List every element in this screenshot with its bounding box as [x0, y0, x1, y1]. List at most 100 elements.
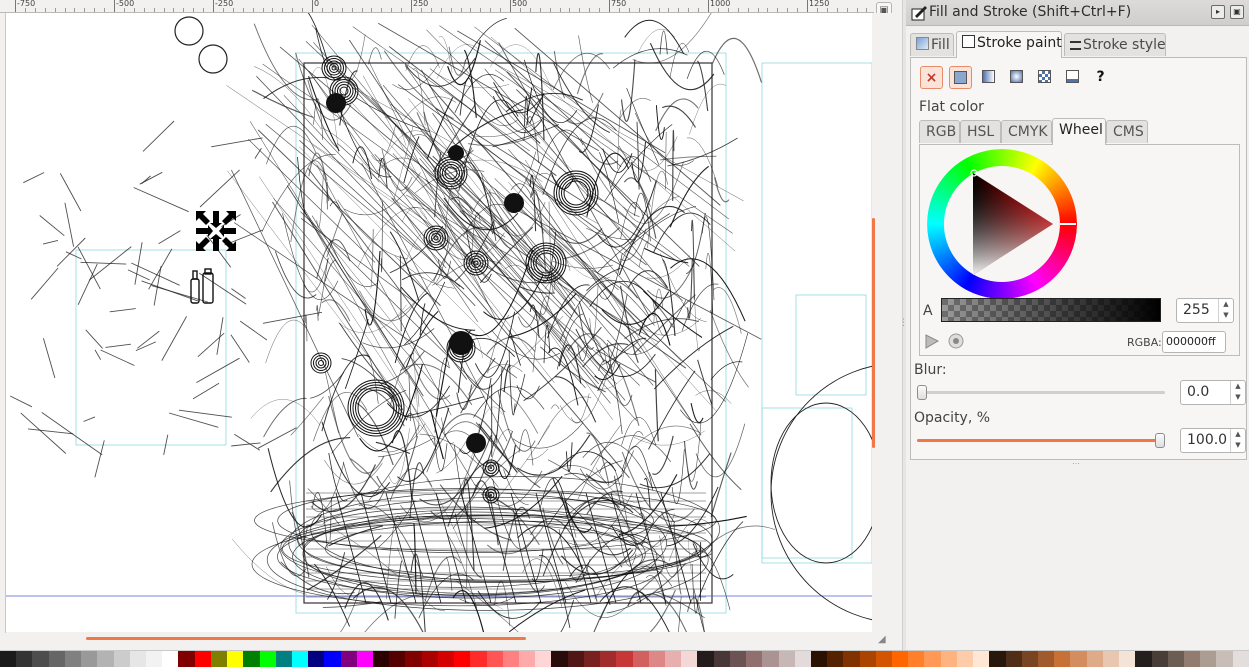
palette-swatch[interactable]	[324, 651, 340, 667]
palette-swatch[interactable]	[908, 651, 924, 667]
spin-arrows-icon[interactable]: ▲▼	[1218, 299, 1233, 322]
selection-handles-icon[interactable]	[196, 211, 236, 251]
swatch-button[interactable]	[1061, 66, 1084, 89]
rgba-input[interactable]: 000000ff	[1162, 331, 1226, 353]
palette-swatch[interactable]	[973, 651, 989, 667]
palette-swatch[interactable]	[616, 651, 632, 667]
palette-swatch[interactable]	[989, 651, 1005, 667]
palette-swatch[interactable]	[32, 651, 48, 667]
palette-swatch[interactable]	[1184, 651, 1200, 667]
palette-swatch[interactable]	[0, 651, 16, 667]
palette-swatch[interactable]	[519, 651, 535, 667]
drawing-canvas[interactable]	[6, 13, 872, 632]
palette-swatch[interactable]	[243, 651, 259, 667]
palette-swatch[interactable]	[714, 651, 730, 667]
palette-swatch[interactable]	[373, 651, 389, 667]
palette-swatch[interactable]	[357, 651, 373, 667]
tab-fill[interactable]: Fill	[910, 33, 954, 56]
palette-swatch[interactable]	[81, 651, 97, 667]
no-paint-button[interactable]: ×	[920, 66, 943, 89]
resize-corner-icon[interactable]: ◢	[878, 634, 886, 645]
palette-swatch[interactable]	[276, 651, 292, 667]
dialog-titlebar[interactable]: Fill and Stroke (Shift+Ctrl+F) ▸ ▣	[906, 0, 1249, 26]
color-picker-icon[interactable]	[923, 332, 941, 350]
palette-swatch[interactable]	[195, 651, 211, 667]
palette-swatch[interactable]	[341, 651, 357, 667]
spin-arrows-icon[interactable]: ▲▼	[1230, 381, 1245, 404]
palette-swatch[interactable]	[65, 651, 81, 667]
vertical-scroll-thumb[interactable]	[872, 218, 875, 448]
palette-swatch[interactable]	[211, 651, 227, 667]
palette-swatch[interactable]	[49, 651, 65, 667]
palette-swatch[interactable]	[178, 651, 194, 667]
tab-wheel[interactable]: Wheel	[1052, 118, 1106, 145]
palette-swatch[interactable]	[1168, 651, 1184, 667]
palette-swatch[interactable]	[260, 651, 276, 667]
alpha-slider[interactable]	[941, 298, 1161, 322]
linear-gradient-button[interactable]	[977, 66, 1000, 89]
palette-swatch[interactable]	[535, 651, 551, 667]
palette-swatch[interactable]	[746, 651, 762, 667]
color-palette[interactable]	[0, 650, 1249, 667]
radial-gradient-button[interactable]	[1005, 66, 1028, 89]
palette-swatch[interactable]	[892, 651, 908, 667]
opacity-slider-handle[interactable]	[1155, 433, 1165, 448]
palette-swatch[interactable]	[1070, 651, 1086, 667]
palette-swatch[interactable]	[146, 651, 162, 667]
palette-swatch[interactable]	[1135, 651, 1151, 667]
color-managed-icon[interactable]	[947, 332, 965, 350]
pattern-button[interactable]	[1033, 66, 1056, 89]
flat-color-button[interactable]	[949, 66, 972, 89]
circle-shape[interactable]	[175, 17, 203, 45]
blur-slider[interactable]	[917, 391, 1165, 394]
palette-swatch[interactable]	[957, 651, 973, 667]
palette-swatch[interactable]	[941, 651, 957, 667]
tab-stroke-paint[interactable]: Stroke paint	[956, 31, 1062, 58]
palette-swatch[interactable]	[876, 651, 892, 667]
opacity-slider[interactable]	[917, 439, 1165, 442]
palette-swatch[interactable]	[1152, 651, 1168, 667]
palette-swatch[interactable]	[843, 651, 859, 667]
palette-swatch[interactable]	[665, 651, 681, 667]
palette-swatch[interactable]	[470, 651, 486, 667]
tab-stroke-style[interactable]: Stroke style	[1064, 33, 1166, 56]
palette-swatch[interactable]	[292, 651, 308, 667]
palette-swatch[interactable]	[1119, 651, 1135, 667]
dialog-close-button[interactable]: ▣	[1230, 5, 1244, 19]
palette-swatch[interactable]	[649, 651, 665, 667]
palette-swatch[interactable]	[1038, 651, 1054, 667]
blur-spinbox[interactable]: 0.0 ▲▼	[1180, 380, 1246, 405]
spin-arrows-icon[interactable]: ▲▼	[1230, 429, 1245, 452]
palette-swatch[interactable]	[697, 651, 713, 667]
horizontal-scroll-thumb[interactable]	[86, 637, 526, 640]
palette-swatch[interactable]	[503, 651, 519, 667]
palette-swatch[interactable]	[162, 651, 178, 667]
palette-swatch[interactable]	[681, 651, 697, 667]
palette-swatch[interactable]	[811, 651, 827, 667]
circle-shape[interactable]	[199, 45, 227, 73]
dialog-resize-grip-icon[interactable]: ⋯	[1072, 459, 1080, 468]
palette-swatch[interactable]	[633, 651, 649, 667]
palette-swatch[interactable]	[1087, 651, 1103, 667]
palette-swatch[interactable]	[1216, 651, 1232, 667]
palette-swatch[interactable]	[16, 651, 32, 667]
palette-swatch[interactable]	[1006, 651, 1022, 667]
opacity-spinbox[interactable]: 100.0 ▲▼	[1180, 428, 1246, 453]
palette-swatch[interactable]	[568, 651, 584, 667]
palette-swatch[interactable]	[389, 651, 405, 667]
palette-swatch[interactable]	[600, 651, 616, 667]
vertical-scrollbar[interactable]	[872, 13, 902, 633]
dialog-float-button[interactable]: ▸	[1211, 5, 1225, 19]
palette-swatch[interactable]	[584, 651, 600, 667]
unset-paint-button[interactable]: ?	[1089, 66, 1112, 89]
palette-swatch[interactable]	[1200, 651, 1216, 667]
palette-swatch[interactable]	[130, 651, 146, 667]
palette-swatch[interactable]	[795, 651, 811, 667]
palette-swatch[interactable]	[730, 651, 746, 667]
palette-swatch[interactable]	[1233, 651, 1249, 667]
palette-swatch[interactable]	[438, 651, 454, 667]
alpha-spinbox[interactable]: 255 ▲▼	[1176, 298, 1234, 323]
palette-swatch[interactable]	[422, 651, 438, 667]
tab-cms[interactable]: CMS	[1106, 120, 1148, 143]
palette-swatch[interactable]	[227, 651, 243, 667]
